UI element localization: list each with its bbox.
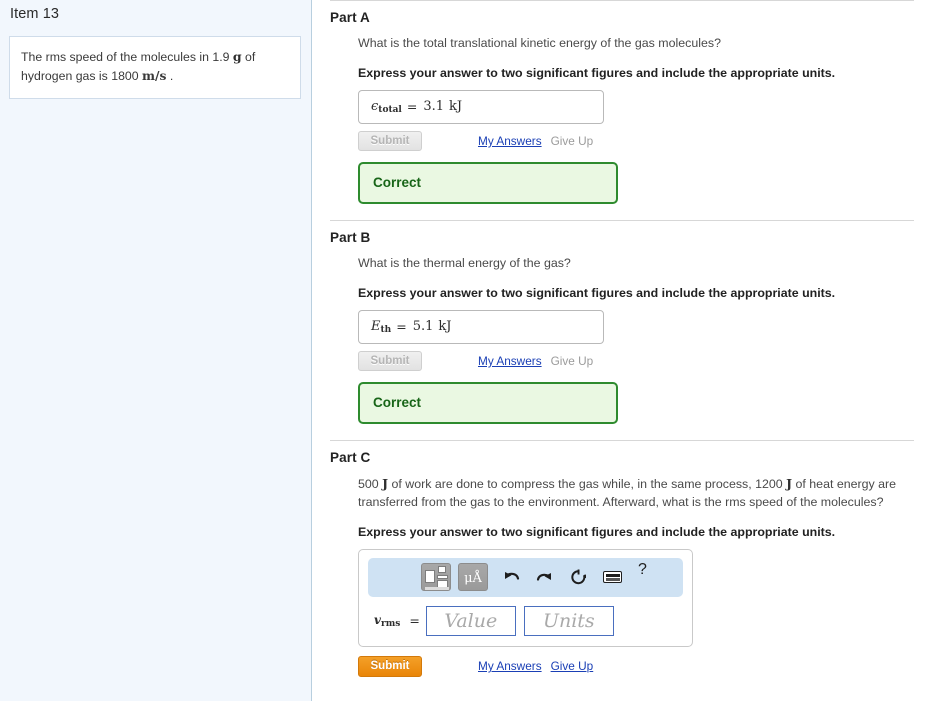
template-bottom-bar [425, 587, 449, 591]
part-b-variable: Eth [371, 319, 391, 335]
part-c-variable: vrms [374, 613, 400, 629]
part-b-my-answers-link[interactable]: My Answers [478, 354, 542, 368]
redo-icon[interactable] [536, 569, 554, 585]
question-text-line1-pre: The rms speed of the molecules in 1.9 [21, 50, 233, 64]
question-text-line2-post: . [166, 68, 174, 83]
unit-prefix-icon[interactable]: μÅ [458, 563, 488, 592]
undo-glyph [505, 572, 520, 581]
math-template-icon[interactable] [421, 563, 451, 592]
part-c-title: Part C [330, 449, 371, 465]
item-sidebar: Item 13 The rms speed of the molecules i… [0, 0, 312, 701]
part-c-value-input[interactable]: Value [425, 605, 516, 636]
part-c-submit-button[interactable]: Submit [358, 655, 422, 677]
part-b-divider [330, 219, 914, 221]
keyboard-glyph [603, 571, 622, 584]
part-c-actions: Submit My Answers Give Up [358, 655, 915, 677]
undo-icon[interactable] [502, 569, 520, 585]
part-c-variable-symbol: v [374, 612, 381, 627]
template-box-3 [437, 575, 448, 580]
reset-icon[interactable] [570, 569, 587, 586]
part-a-my-answers-link[interactable]: My Answers [478, 134, 542, 148]
exercise-page: Item 13 The rms speed of the molecules i… [0, 0, 931, 701]
part-a-submit-button[interactable]: Submit [358, 130, 422, 151]
part-a-prompt: What is the total translational kinetic … [358, 36, 721, 50]
part-b-status-banner: Correct [358, 381, 618, 424]
part-b-status-text: Correct [373, 395, 422, 411]
part-a-block: Part A What is the total translational k… [330, 0, 915, 204]
part-b-title: Part B [330, 229, 371, 245]
part-c-prompt-seg2: of work are done to compress the gas whi… [388, 476, 787, 491]
part-c-prompt: 500 J of work are done to compress the g… [358, 475, 898, 512]
question-text-line1-post: of [241, 50, 256, 64]
question-statement-box: The rms speed of the molecules in 1.9 g … [9, 36, 301, 100]
keyboard-icon[interactable] [603, 571, 622, 584]
part-a-answer-field[interactable]: ϵtotal = 3.1 kJ [358, 89, 604, 124]
part-c-math-entry-widget: μÅ ? vrms = Value Units [358, 548, 693, 647]
part-c-my-answers-link[interactable]: My Answers [478, 659, 542, 673]
part-b-answer-unit: kJ [438, 319, 452, 335]
part-a-answer-value: 3.1 [423, 99, 445, 115]
part-a-divider [330, 0, 914, 1]
part-c-prompt-seg1: 500 [358, 476, 383, 491]
math-toolbar: μÅ ? [368, 557, 683, 597]
part-c-block: Part C 500 J of work are done to compres… [330, 439, 915, 677]
part-c-entry-row: vrms = Value Units [368, 605, 683, 636]
part-c-variable-subscript: rms [380, 618, 401, 629]
part-b-answer-field[interactable]: Eth = 5.1 kJ [358, 309, 604, 344]
part-a-links: My Answers Give Up [478, 134, 593, 148]
part-b-actions: Submit My Answers Give Up [358, 350, 915, 371]
part-c-units-input[interactable]: Units [523, 605, 614, 636]
part-b-links: My Answers Give Up [478, 354, 593, 368]
template-box-1 [425, 570, 435, 584]
redo-glyph [536, 573, 551, 582]
part-a-equals: = [406, 99, 418, 115]
part-b-prompt: What is the thermal energy of the gas? [358, 255, 571, 270]
part-b-instruction: Express your answer to two significant f… [358, 285, 836, 300]
part-a-give-up-link: Give Up [550, 133, 594, 148]
question-unit-gram: g [232, 49, 242, 64]
item-title: Item 13 [10, 6, 60, 22]
part-a-instruction: Express your answer to two significant f… [358, 65, 836, 80]
part-b-equals: = [396, 319, 407, 335]
template-box-2 [438, 566, 446, 574]
question-unit-mps: m/s [142, 67, 167, 83]
part-b-variable-subscript: th [380, 324, 392, 335]
part-c-divider [330, 439, 914, 441]
part-c-give-up-link[interactable]: Give Up [551, 659, 594, 673]
part-a-variable-subscript: total [378, 104, 402, 115]
part-a-title: Part A [330, 10, 370, 25]
part-a-actions: Submit My Answers Give Up [358, 130, 915, 151]
part-a-status-text: Correct [373, 175, 422, 191]
part-a-status-banner: Correct [358, 161, 618, 204]
part-b-variable-symbol: E [371, 318, 381, 334]
parts-container: Part A What is the total translational k… [312, 0, 931, 701]
help-icon[interactable]: ? [638, 558, 647, 578]
reset-glyph [571, 569, 586, 585]
part-a-variable: ϵtotal [371, 99, 402, 115]
question-text-line2-pre: hydrogen gas is 1800 [21, 68, 143, 83]
part-b-give-up-link: Give Up [550, 353, 594, 368]
part-c-equals: = [409, 613, 420, 629]
part-b-block: Part B What is the thermal energy of the… [330, 219, 915, 424]
part-c-instruction: Express your answer to two significant f… [358, 524, 836, 539]
part-a-answer-unit: kJ [449, 99, 463, 115]
part-c-links: My Answers Give Up [478, 659, 593, 673]
part-b-answer-value: 5.1 [412, 319, 434, 335]
part-b-submit-button[interactable]: Submit [358, 350, 422, 371]
